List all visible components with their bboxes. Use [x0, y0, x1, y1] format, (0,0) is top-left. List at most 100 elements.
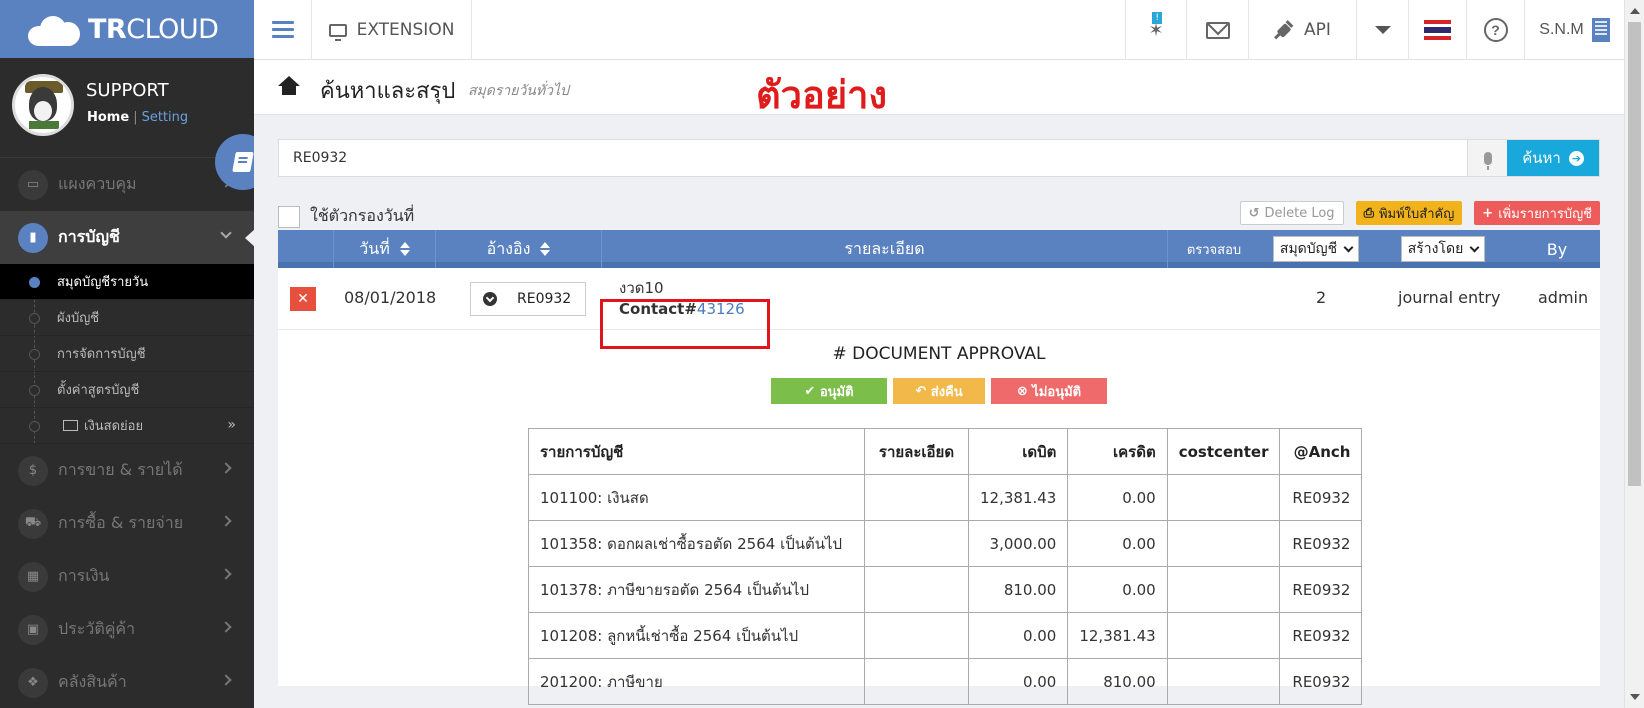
- credit-cell: 0.00: [1067, 520, 1168, 567]
- verify-header-label: ตรวจสอบ: [1186, 242, 1242, 258]
- search-button[interactable]: ค้นหา ➔: [1507, 140, 1599, 176]
- menu-toggle-button[interactable]: [254, 0, 312, 60]
- reject-button[interactable]: ⊗ ไม่อนุมัติ: [991, 378, 1107, 404]
- submenu-general-journal[interactable]: สมุดบัญชีรายวัน: [0, 264, 254, 300]
- scroll-up-icon[interactable]: [1630, 8, 1640, 14]
- detail-cell: [864, 658, 969, 705]
- sort-icon: [399, 242, 410, 256]
- entry-date: 08/01/2018: [344, 288, 437, 307]
- sidebar-item-accounting[interactable]: ▮ การบัญชี: [0, 211, 254, 264]
- approval-buttons: ✔ อนุมัติ ↶ ส่งคืน ⊗ ไม่อนุมัติ: [278, 378, 1600, 404]
- table-row: 101358: ดอกผลเช่าซื้อรอตัด 2564 เป็นต้นไ…: [528, 520, 1363, 567]
- dollar-icon: $: [18, 455, 48, 486]
- reply-icon: ↶: [915, 383, 931, 399]
- action-buttons: ↺ Delete Log ⎙ พิมพ์ใบสำคัญ + เพิ่มรายการบั…: [1239, 201, 1600, 225]
- add-entry-button[interactable]: + เพิ่มรายการบัญชี: [1474, 201, 1600, 225]
- page-header: ค้นหาและสรุป สมุดรายวันทั่วไป ตัวอย่าง: [254, 60, 1624, 117]
- debit-cell: 810.00: [967, 566, 1069, 613]
- costcenter-cell: [1166, 566, 1281, 613]
- double-chevron-right-icon: »: [227, 417, 236, 433]
- delete-log-button[interactable]: ↺ Delete Log: [1239, 201, 1344, 225]
- return-label: ส่งคืน: [930, 384, 963, 400]
- microphone-icon: [1483, 151, 1492, 170]
- account-cell: 101100: เงินสด: [528, 474, 865, 521]
- language-button[interactable]: [1409, 0, 1467, 60]
- approve-button[interactable]: ✔ อนุมัติ: [771, 378, 887, 404]
- journal-table-header: วันที่ อ้างอิง รายละเอียด ตรวจสอบ สมุดบั…: [278, 230, 1600, 268]
- sidebar-item-partners[interactable]: ▣ ประวัติคู่ค้า: [0, 603, 254, 656]
- scroll-down-icon[interactable]: [1630, 694, 1640, 700]
- search-input[interactable]: [279, 140, 1467, 176]
- chevron-down-icon: [1343, 242, 1354, 252]
- reference-toggle-button[interactable]: RE0932: [470, 282, 586, 316]
- created-by-select[interactable]: สร้างโดย: [1400, 236, 1486, 262]
- help-button[interactable]: ?: [1467, 0, 1525, 60]
- sidebar-item-finance[interactable]: ▦ การเงิน: [0, 550, 254, 603]
- hamburger-icon: [271, 21, 294, 39]
- extension-label: EXTENSION: [356, 20, 455, 40]
- created-by: admin: [1538, 288, 1589, 307]
- sidebar-item-label: การซื้อ & รายจ่าย: [58, 513, 184, 532]
- brand-logo[interactable]: TRCLOUD: [0, 0, 254, 58]
- cart-icon: ⛟: [18, 508, 48, 539]
- book-select[interactable]: สมุดบัญชี: [1272, 236, 1360, 262]
- home-icon[interactable]: [278, 76, 300, 96]
- journal-panel: วันที่ อ้างอิง รายละเอียด ตรวจสอบ สมุดบั…: [278, 230, 1600, 705]
- delete-log-label: Delete Log: [1264, 205, 1335, 221]
- date-column-header[interactable]: วันที่: [334, 230, 436, 268]
- column-header: @Anch: [1279, 428, 1363, 475]
- more-dropdown-button[interactable]: [1357, 0, 1409, 60]
- column-header: เครดิต: [1067, 428, 1168, 475]
- costcenter-cell: [1166, 474, 1281, 521]
- print-voucher-button[interactable]: ⎙ พิมพ์ใบสำคัญ: [1355, 201, 1463, 225]
- chevron-right-icon: [220, 568, 232, 580]
- company-name: S.N.M: [1539, 21, 1584, 38]
- column-header: เดบิต: [967, 428, 1069, 475]
- column-header: costcenter: [1166, 428, 1281, 475]
- home-link[interactable]: Home: [87, 110, 129, 125]
- arrow-right-icon: ➔: [1568, 150, 1584, 166]
- sidebar-item-sales[interactable]: $ การขาย & รายได้: [0, 444, 254, 497]
- page-scrollbar[interactable]: [1624, 0, 1644, 708]
- submenu-petty-cash[interactable]: เงินสดย่อย »: [0, 408, 254, 444]
- org-name: SUPPORT: [86, 80, 169, 101]
- check-circle-icon: ✔: [804, 383, 820, 399]
- account-cell: 101208: ลูกหนี้เช่าซื้อ 2564 เป็นต้นไป: [528, 612, 865, 659]
- scrollbar-thumb[interactable]: [1628, 22, 1641, 486]
- history-icon: ↺: [1248, 205, 1260, 221]
- delete-entry-button[interactable]: ✕: [290, 287, 316, 311]
- sidebar-item-inventory[interactable]: ❖ คลังสินค้า: [0, 656, 254, 708]
- thai-flag-icon: [1424, 20, 1451, 40]
- x-circle-icon: ⊗: [1016, 383, 1033, 399]
- sidebar: TRCLOUD SUPPORT Home | Setting ▭ แผงควบคุม…: [0, 0, 254, 708]
- return-button[interactable]: ↶ ส่งคืน: [893, 378, 985, 404]
- submenu-chart-of-accounts[interactable]: ผังบัญชี: [0, 300, 254, 336]
- sidebar-item-purchases[interactable]: ⛟ การซื้อ & รายจ่าย: [0, 497, 254, 550]
- date-filter: ใช้ตัวกรองวันที่: [278, 204, 414, 229]
- notification-badge: !: [1152, 12, 1162, 24]
- debit-cell: 0.00: [967, 658, 1069, 705]
- date-filter-checkbox[interactable]: [278, 205, 300, 228]
- sidebar-item-label: การเงิน: [58, 566, 110, 585]
- extension-button[interactable]: EXTENSION: [312, 0, 472, 60]
- messages-button[interactable]: [1187, 0, 1249, 60]
- approval-title: # DOCUMENT APPROVAL: [832, 344, 1046, 364]
- setting-link[interactable]: Setting: [142, 110, 189, 125]
- submenu-account-formula[interactable]: ตั้งค่าสูตรบัญชี: [0, 372, 254, 408]
- ledger-entries-table: รายการบัญชี รายละเอียด เดบิต เครดิต cost…: [528, 428, 1363, 705]
- submenu-account-management[interactable]: การจัดการบัญชี: [0, 336, 254, 372]
- avatar[interactable]: [12, 74, 74, 136]
- calendar-icon: ▦: [18, 561, 48, 592]
- company-switcher[interactable]: S.N.M: [1525, 0, 1624, 60]
- reference-header-label: อ้างอิง: [486, 238, 531, 258]
- chevron-circle-down-icon: [483, 292, 497, 306]
- reference-column-header[interactable]: อ้างอิง: [436, 230, 602, 268]
- voice-search-button[interactable]: [1467, 140, 1507, 176]
- sidebar-item-label: คลังสินค้า: [58, 672, 127, 691]
- book-filter: สมุดบัญชี: [1260, 230, 1372, 268]
- api-button[interactable]: API: [1249, 0, 1357, 60]
- verify-column-header: ตรวจสอบ: [1168, 230, 1260, 268]
- notifications-button[interactable]: ✶ !: [1125, 0, 1187, 60]
- close-icon: ✕: [297, 291, 309, 307]
- reference-code: RE0932: [517, 291, 572, 307]
